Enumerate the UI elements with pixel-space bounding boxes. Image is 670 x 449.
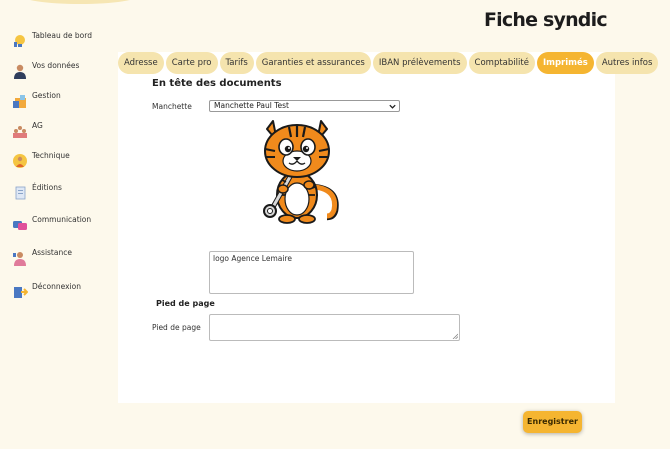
support-icon: [13, 252, 26, 266]
resize-handle-icon[interactable]: [452, 333, 458, 339]
sidebar-item-label: Tableau de bord: [32, 31, 92, 40]
tab-tarifs[interactable]: Tarifs: [219, 52, 254, 74]
tab-iban[interactable]: IBAN prélèvements: [372, 52, 467, 74]
page-title: Fiche syndic: [484, 9, 608, 31]
sidebar-item-label: AG: [32, 121, 43, 130]
tab-carte-pro[interactable]: Carte pro: [165, 52, 218, 74]
management-icon: [13, 95, 26, 108]
chat-icon: [13, 221, 27, 230]
sidebar-item-management[interactable]: Gestion: [12, 91, 61, 109]
sidebar-item-technique[interactable]: Technique: [12, 151, 70, 169]
section-title-footer: Pied de page: [156, 299, 215, 308]
logo-text-value: logo Agence Lemaire: [213, 254, 292, 263]
logo-text-field[interactable]: logo Agence Lemaire: [209, 251, 414, 294]
manchette-select[interactable]: Manchette Paul Test: [209, 100, 400, 112]
manchette-select-value: Manchette Paul Test: [214, 101, 289, 110]
tab-bar: Adresse Carte pro Tarifs Garanties et as…: [118, 52, 660, 74]
sidebar-item-label: Déconnexion: [32, 282, 81, 291]
sidebar-item-dashboard[interactable]: Tableau de bord: [12, 31, 92, 49]
chevron-down-icon: [389, 104, 396, 109]
sidebar-item-label: Communication: [32, 215, 92, 224]
sidebar: Tableau de bord Vos données Gestion AG T…: [0, 0, 110, 449]
footer-label: Pied de page: [152, 323, 201, 332]
tab-adresse[interactable]: Adresse: [118, 52, 164, 74]
save-button[interactable]: Enregistrer: [523, 411, 582, 433]
meeting-icon: [13, 126, 27, 138]
sidebar-item-label: Vos données: [32, 61, 80, 70]
sidebar-item-label: Éditions: [32, 183, 62, 192]
sidebar-item-assistance[interactable]: Assistance: [12, 248, 72, 266]
technician-icon: [13, 154, 27, 168]
tab-garanties[interactable]: Garanties et assurances: [255, 52, 371, 74]
sidebar-item-communication[interactable]: Communication: [12, 215, 91, 233]
sidebar-item-user-data[interactable]: Vos données: [12, 61, 79, 79]
user-icon: [14, 64, 26, 79]
sidebar-item-logout[interactable]: Déconnexion: [12, 282, 81, 300]
sidebar-item-editions[interactable]: Éditions: [12, 183, 62, 201]
tab-autres-infos[interactable]: Autres infos: [595, 52, 659, 74]
manchette-label: Manchette: [152, 102, 192, 111]
sidebar-item-ag[interactable]: AG: [12, 121, 43, 139]
lightbulb-icon: [14, 35, 25, 47]
footer-textarea[interactable]: [209, 314, 460, 341]
logout-icon: [14, 287, 28, 298]
section-title-header: En tête des documents: [152, 78, 282, 89]
sidebar-item-label: Technique: [32, 151, 70, 160]
document-icon: [15, 186, 26, 200]
agency-logo-image: [263, 120, 339, 224]
tab-comptabilite[interactable]: Comptabilité: [468, 52, 535, 74]
sidebar-item-label: Gestion: [32, 91, 61, 100]
sidebar-item-label: Assistance: [32, 248, 72, 257]
tab-imprimes[interactable]: Imprimés: [536, 52, 594, 74]
